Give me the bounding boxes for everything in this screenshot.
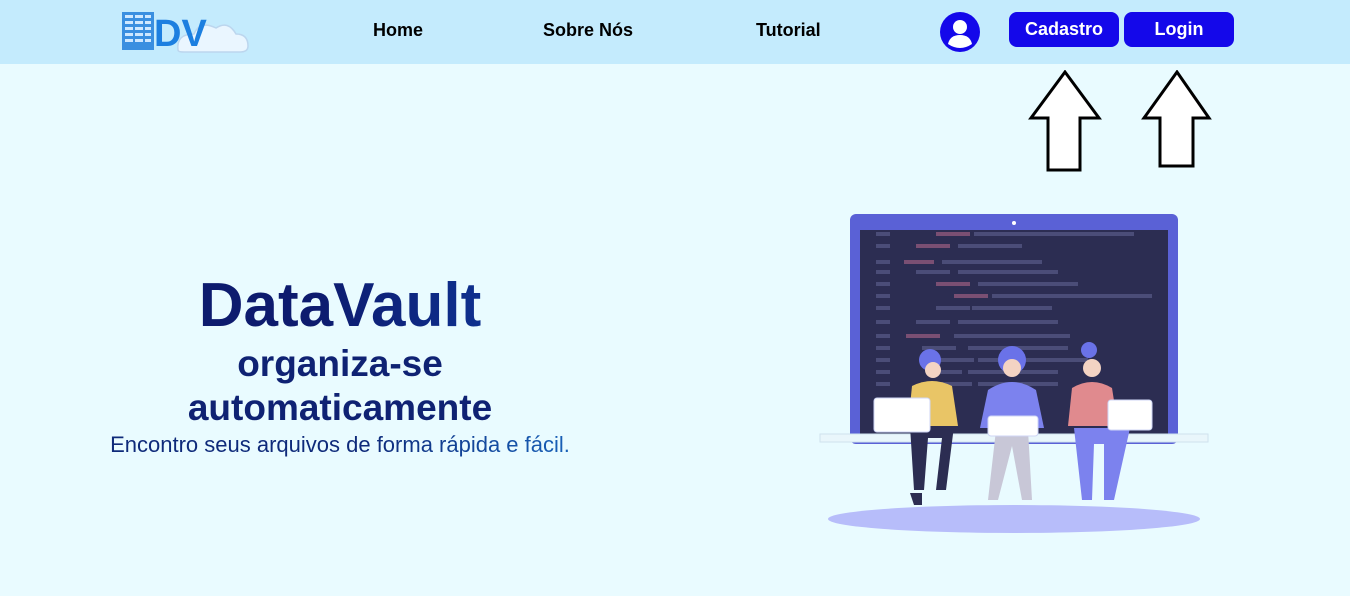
- hero-title: DataVault: [70, 270, 610, 342]
- hero-description: Encontro seus arquivos de forma rápida e…: [70, 430, 610, 460]
- up-arrow-icon: [1028, 70, 1102, 172]
- user-profile-icon[interactable]: [940, 12, 980, 52]
- people-with-laptops-illustration: [819, 214, 1209, 533]
- nav-tutorial-link[interactable]: Tutorial: [756, 20, 821, 41]
- nav-home-link[interactable]: Home: [373, 20, 423, 41]
- cadastro-button[interactable]: Cadastro: [1009, 12, 1119, 47]
- login-button[interactable]: Login: [1124, 12, 1234, 47]
- navbar: DV Home Sobre Nós Tutorial Cadastro Logi…: [0, 0, 1350, 64]
- svg-text:DV: DV: [154, 13, 207, 55]
- datavault-logo[interactable]: DV: [116, 6, 256, 58]
- hero-subtitle-line2: automaticamente: [187, 387, 493, 428]
- hero-section: DataVault organiza-se automaticamente En…: [70, 270, 610, 460]
- nav-sobre-nos-link[interactable]: Sobre Nós: [543, 20, 633, 41]
- up-arrow-icon: [1141, 70, 1212, 168]
- hero-subtitle-line1: organiza-se: [237, 343, 443, 384]
